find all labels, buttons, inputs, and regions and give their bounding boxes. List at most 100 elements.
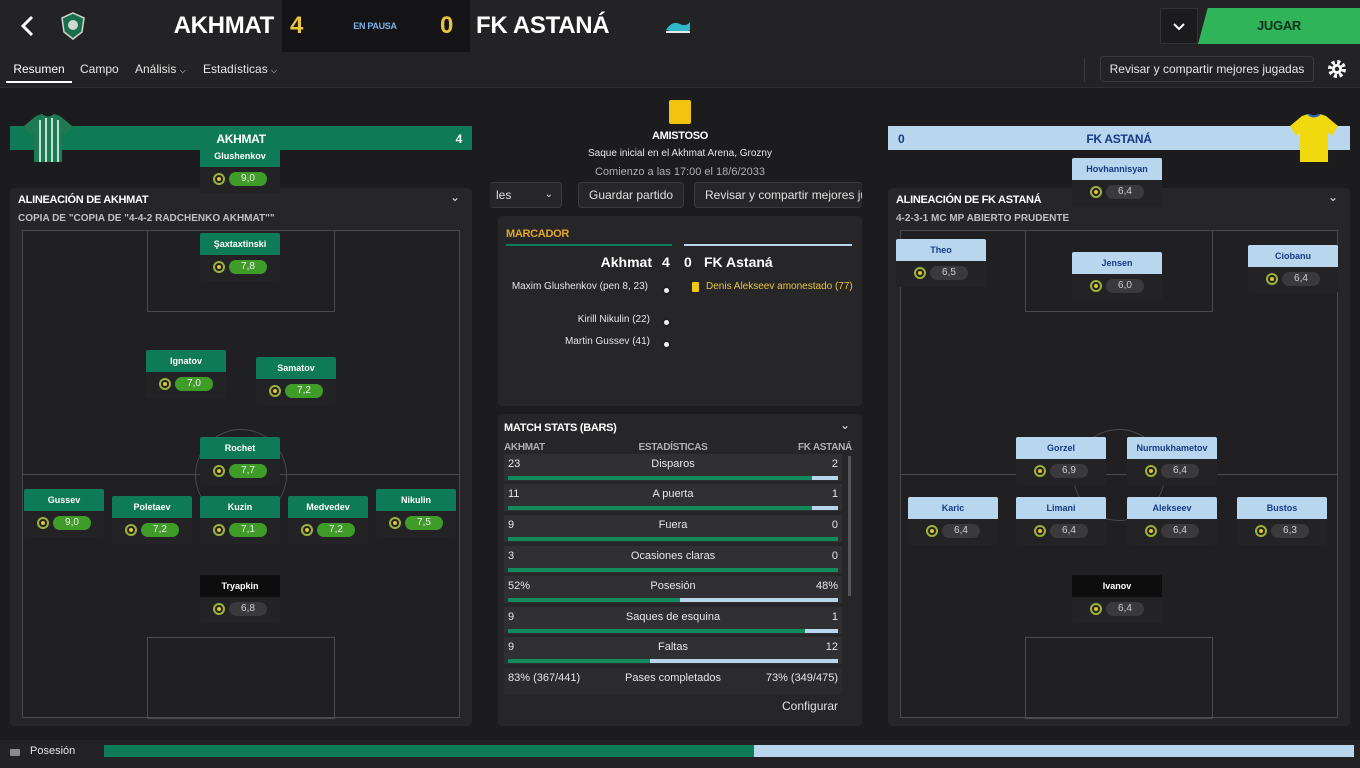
stat-away-value: 1 <box>831 488 838 500</box>
home-shirt-icon <box>22 114 74 164</box>
goal-event: Martin Gussev (41) <box>564 336 650 347</box>
player-card[interactable]: Ignatov 7,0 <box>146 350 226 398</box>
player-card[interactable]: Glushenkov 9,0 <box>200 145 280 193</box>
player-card[interactable]: Samatov 7,2 <box>256 357 336 405</box>
player-card[interactable]: Medvedev 7,2 <box>288 496 368 544</box>
stats-title: MATCH STATS (BARS) <box>504 422 617 434</box>
start-info: Comienzo a las 17:00 el 18/6/2033 <box>594 166 765 178</box>
player-name: Hovhannisyan <box>1072 158 1162 180</box>
stat-away-value: 73% (349/475) <box>765 672 838 684</box>
player-rating: 6,4 <box>1161 464 1199 478</box>
card-event: Denis Alekseev amonestado (77) <box>706 281 853 292</box>
stat-row: 9 Faltas 12 <box>504 637 842 664</box>
away-color-strip <box>684 244 852 246</box>
footer-bar: Posesión <box>0 740 1360 768</box>
tab-estadisticas-label: Estadísticas <box>203 62 268 76</box>
tab-campo[interactable]: Campo <box>80 62 119 76</box>
player-card[interactable]: Gorzel 6,9 <box>1016 437 1106 485</box>
player-rating: 9,0 <box>53 516 91 530</box>
player-card[interactable]: Theo 6,5 <box>896 239 986 287</box>
player-rating: 6,5 <box>930 266 968 280</box>
player-card[interactable]: Hovhannisyan 6,4 <box>1072 158 1162 206</box>
player-name: Bustos <box>1237 497 1327 519</box>
player-card[interactable]: Jensen 6,0 <box>1072 252 1162 300</box>
review-highlights-button[interactable]: Revisar y compartir mejores jugadas <box>1100 56 1314 82</box>
tab-analisis-label: Análisis <box>135 62 177 76</box>
stat-name: Saques de esquina <box>625 611 721 623</box>
configure-button[interactable]: Configurar <box>772 694 849 720</box>
role-icon <box>1266 273 1278 285</box>
tab-active-underline <box>6 81 72 83</box>
stat-home-bar <box>508 568 838 572</box>
player-card[interactable]: Şaxtaxtinski 7,8 <box>200 233 280 281</box>
away-banner-name: FK ASTANÁ <box>1086 132 1152 146</box>
ball-icon <box>662 314 671 332</box>
player-card[interactable]: Nurmukhametov 6,4 <box>1127 437 1217 485</box>
player-card[interactable]: Poletaev 7,2 <box>112 496 192 544</box>
tab-estadisticas[interactable]: Estadísticas ⌵ <box>203 62 277 76</box>
role-icon <box>1145 465 1157 477</box>
player-name: Samatov <box>256 357 336 379</box>
stats-home-label: AKHMAT <box>504 442 545 453</box>
stat-row: 3 Ocasiones claras 0 <box>504 546 842 573</box>
chevron-down-icon[interactable]: ⌄ <box>450 190 460 204</box>
player-card[interactable]: Nikulin 7,5 <box>376 489 456 537</box>
gear-icon[interactable] <box>1326 58 1348 80</box>
scrollbar[interactable] <box>848 456 851 596</box>
stat-name: Posesión <box>650 580 696 592</box>
stat-name: Disparos <box>651 458 695 470</box>
stat-away-value: 2 <box>831 458 838 470</box>
player-card[interactable]: Limani 6,4 <box>1016 497 1106 545</box>
role-icon <box>301 524 313 536</box>
player-rating: 7,2 <box>317 523 355 537</box>
player-name: Gorzel <box>1016 437 1106 459</box>
stat-name: A puerta <box>652 488 694 500</box>
player-name: Karic <box>908 497 998 519</box>
player-name: Glushenkov <box>200 145 280 167</box>
sb-away-score: 0 <box>684 254 692 270</box>
stat-name: Ocasiones claras <box>630 550 716 562</box>
player-card[interactable]: Kuzin 7,1 <box>200 496 280 544</box>
role-icon <box>1034 465 1046 477</box>
away-pitch <box>900 230 1338 719</box>
save-match-button[interactable]: Guardar partido <box>578 182 685 208</box>
review-button[interactable]: Revisar y compartir mejores ju <box>694 182 862 208</box>
player-card[interactable]: Ciobanu 6,4 <box>1248 245 1338 293</box>
player-rating: 6,4 <box>942 524 980 538</box>
stat-away-bar <box>812 476 838 480</box>
player-rating: 9,0 <box>229 172 267 186</box>
player-rating: 6,8 <box>229 602 267 616</box>
player-name: Theo <box>896 239 986 261</box>
partial-button[interactable]: les ⌄ <box>490 182 562 208</box>
player-rating: 6,0 <box>1106 279 1144 293</box>
player-card[interactable]: Alekseev 6,4 <box>1127 497 1217 545</box>
player-name: Medvedev <box>288 496 368 518</box>
role-icon <box>1090 603 1102 615</box>
home-banner-name: AKHMAT <box>216 132 266 146</box>
sb-home-score: 4 <box>662 254 670 270</box>
stat-home-bar <box>508 476 812 480</box>
player-card[interactable]: Ivanov 6,4 <box>1072 575 1162 623</box>
player-name: Rochet <box>200 437 280 459</box>
player-rating: 7,5 <box>405 516 443 530</box>
back-icon[interactable] <box>18 14 38 38</box>
player-card[interactable]: Gussev 9,0 <box>24 489 104 537</box>
player-name: Jensen <box>1072 252 1162 274</box>
chevron-down-icon[interactable]: ⌄ <box>840 418 850 432</box>
play-button[interactable]: JUGAR <box>1198 8 1360 44</box>
player-card[interactable]: Tryapkin 6,8 <box>200 575 280 623</box>
stat-away-value: 48% <box>815 580 838 592</box>
stat-name: Faltas <box>658 641 688 653</box>
chevron-down-icon[interactable]: ⌄ <box>1328 190 1338 204</box>
tab-analisis[interactable]: Análisis ⌵ <box>135 62 186 76</box>
player-card[interactable]: Rochet 7,7 <box>200 437 280 485</box>
role-icon <box>1145 525 1157 537</box>
chevron-down-icon: ⌵ <box>179 66 186 75</box>
player-card[interactable]: Bustos 6,3 <box>1237 497 1327 545</box>
tab-resumen[interactable]: Resumen <box>6 62 72 76</box>
player-card[interactable]: Karic 6,4 <box>908 497 998 545</box>
play-dropdown-button[interactable] <box>1160 8 1198 44</box>
away-formation: 4-2-3-1 MC MP ABIERTO PRUDENTE <box>896 213 1070 224</box>
chevron-down-icon: ⌵ <box>271 66 278 75</box>
player-rating: 7,8 <box>229 260 267 274</box>
